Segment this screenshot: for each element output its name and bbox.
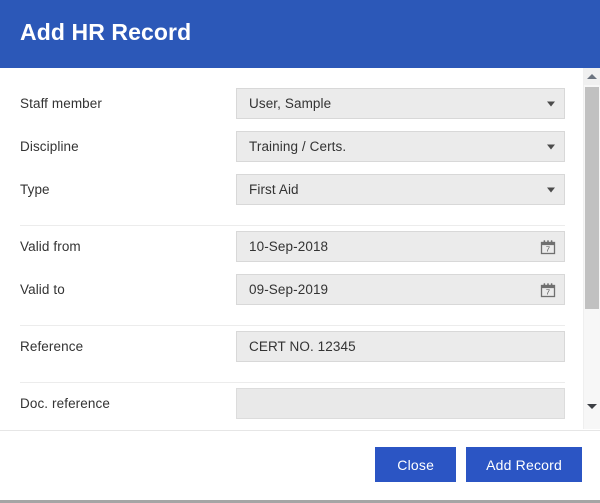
scroll-down-arrow-icon	[587, 404, 597, 409]
close-button[interactable]: Close	[375, 447, 457, 482]
label-doc-reference: Doc. reference	[20, 396, 110, 411]
dialog-header: Add HR Record	[0, 0, 600, 68]
chevron-down-icon	[547, 101, 555, 106]
top-spacer	[0, 68, 583, 82]
valid-from-value: 10-Sep-2018	[249, 239, 329, 254]
dialog-title: Add HR Record	[20, 19, 192, 45]
label-valid-from: Valid from	[20, 239, 81, 254]
label-type: Type	[20, 182, 50, 197]
type-select[interactable]: First Aid	[236, 174, 565, 205]
dialog-footer: Close Add Record	[0, 430, 600, 500]
group-spacer-2	[0, 311, 583, 325]
label-staff-member: Staff member	[20, 96, 102, 111]
add-record-button[interactable]: Add Record	[466, 447, 582, 482]
staff-member-value: User, Sample	[249, 96, 332, 111]
calendar-icon[interactable]: 7	[540, 282, 556, 298]
form-row-staff-member: Staff member User, Sample	[0, 82, 583, 125]
add-hr-record-dialog: Add HR Record Staff member User, Sample …	[0, 0, 600, 503]
valid-to-value: 09-Sep-2019	[249, 282, 329, 297]
scrollbar-thumb[interactable]	[585, 87, 599, 309]
form-row-valid-from: Valid from 10-Sep-2018 7	[0, 225, 583, 268]
scrollbar-up-button[interactable]	[584, 68, 600, 85]
chevron-down-icon	[547, 144, 555, 149]
doc-reference-input[interactable]	[236, 388, 565, 419]
reference-input[interactable]: CERT NO. 12345	[236, 331, 565, 362]
type-value: First Aid	[249, 182, 299, 197]
form-row-valid-to: Valid to 09-Sep-2019 7	[0, 268, 583, 311]
label-discipline: Discipline	[20, 139, 79, 154]
group-spacer-3	[0, 368, 583, 382]
dialog-body: Staff member User, Sample Discipline Tra…	[0, 68, 583, 429]
svg-text:7: 7	[546, 287, 550, 296]
chevron-down-icon	[547, 187, 555, 192]
footer-actions: Close Add Record	[375, 447, 582, 482]
form-row-reference: Reference CERT NO. 12345	[0, 325, 583, 368]
label-valid-to: Valid to	[20, 282, 65, 297]
discipline-value: Training / Certs.	[249, 139, 347, 154]
scroll-up-arrow-icon	[587, 74, 597, 79]
group-spacer-1	[0, 211, 583, 225]
valid-to-input[interactable]: 09-Sep-2019 7	[236, 274, 565, 305]
calendar-icon[interactable]: 7	[540, 239, 556, 255]
staff-member-select[interactable]: User, Sample	[236, 88, 565, 119]
valid-from-input[interactable]: 10-Sep-2018 7	[236, 231, 565, 262]
svg-text:7: 7	[546, 244, 550, 253]
dialog-scrollbar[interactable]	[583, 68, 600, 429]
reference-value: CERT NO. 12345	[249, 339, 356, 354]
label-reference: Reference	[20, 339, 84, 354]
form-row-type: Type First Aid	[0, 168, 583, 211]
form-row-doc-reference: Doc. reference	[0, 382, 583, 425]
form-row-discipline: Discipline Training / Certs.	[0, 125, 583, 168]
scrollbar-down-button[interactable]	[584, 398, 600, 415]
discipline-select[interactable]: Training / Certs.	[236, 131, 565, 162]
